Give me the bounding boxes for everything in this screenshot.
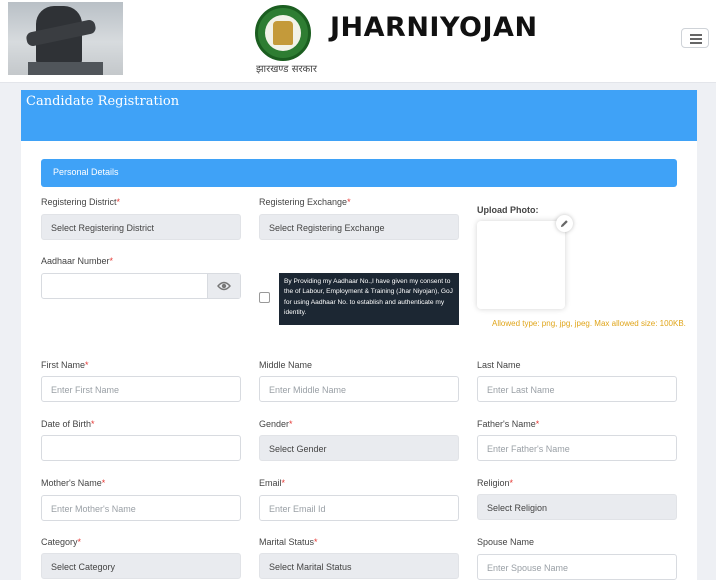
statue-image	[8, 2, 123, 75]
brand-title: JHARNIYOJAN	[330, 12, 538, 43]
aadhaar-label: Aadhaar Number*	[41, 256, 114, 266]
edit-photo-button[interactable]	[556, 215, 573, 232]
first-name-label: First Name*	[41, 360, 89, 370]
upload-photo-label: Upload Photo:	[477, 205, 539, 215]
hamburger-icon	[690, 34, 702, 36]
card-title: Candidate Registration	[26, 94, 180, 109]
spouse-name-input[interactable]: Enter Spouse Name	[477, 554, 677, 580]
middle-name-input[interactable]: Enter Middle Name	[259, 376, 459, 402]
section-header-personal-details: Personal Details	[41, 159, 677, 187]
aadhaar-consent-checkbox[interactable]	[259, 292, 270, 303]
aadhaar-input[interactable]	[42, 274, 208, 298]
toggle-aadhaar-visibility-button[interactable]	[207, 274, 240, 298]
card-header: Candidate Registration	[21, 90, 697, 141]
mother-name-input[interactable]: Enter Mother's Name	[41, 495, 241, 521]
section-title: Personal Details	[53, 167, 119, 177]
gender-label: Gender*	[259, 419, 293, 429]
registering-district-select[interactable]: Select Registering District	[41, 214, 241, 240]
marital-status-label: Marital Status*	[259, 537, 318, 547]
first-name-input[interactable]: Enter First Name	[41, 376, 241, 402]
category-select[interactable]: Select Category	[41, 553, 241, 579]
jharkhand-emblem-logo	[255, 5, 311, 61]
eye-icon	[217, 281, 231, 291]
middle-name-label: Middle Name	[259, 360, 313, 370]
registering-district-label: Registering District*	[41, 197, 121, 207]
spouse-name-label: Spouse Name	[477, 537, 535, 547]
last-name-label: Last Name	[477, 360, 521, 370]
father-name-input[interactable]: Enter Father's Name	[477, 435, 677, 461]
registering-exchange-select[interactable]: Select Registering Exchange	[259, 214, 459, 240]
marital-status-select[interactable]: Select Marital Status	[259, 553, 459, 579]
photo-upload-box[interactable]	[477, 221, 565, 309]
photo-upload-hint: Allowed type: png, jpg, jpeg. Max allowe…	[492, 319, 686, 328]
mother-name-label: Mother's Name*	[41, 478, 106, 488]
dob-input[interactable]	[41, 435, 241, 461]
pencil-icon	[560, 220, 568, 228]
email-label: Email*	[259, 478, 286, 488]
religion-select[interactable]: Select Religion	[477, 494, 677, 520]
religion-label: Religion*	[477, 478, 514, 488]
dob-label: Date of Birth*	[41, 419, 95, 429]
registration-card: Candidate Registration Personal Details …	[21, 90, 697, 580]
category-label: Category*	[41, 537, 82, 547]
aadhaar-input-group	[41, 273, 241, 299]
aadhaar-consent-text: By Providing my Aadhaar No.,I have given…	[279, 273, 459, 325]
government-text: झारखण्ड सरकार	[256, 64, 317, 75]
gender-select[interactable]: Select Gender	[259, 435, 459, 461]
hamburger-menu-button[interactable]	[681, 28, 709, 48]
father-name-label: Father's Name*	[477, 419, 540, 429]
top-bar: झारखण्ड सरकार JHARNIYOJAN	[0, 0, 716, 83]
registering-exchange-label: Registering Exchange*	[259, 197, 351, 207]
last-name-input[interactable]: Enter Last Name	[477, 376, 677, 402]
email-input[interactable]: Enter Email Id	[259, 495, 459, 521]
